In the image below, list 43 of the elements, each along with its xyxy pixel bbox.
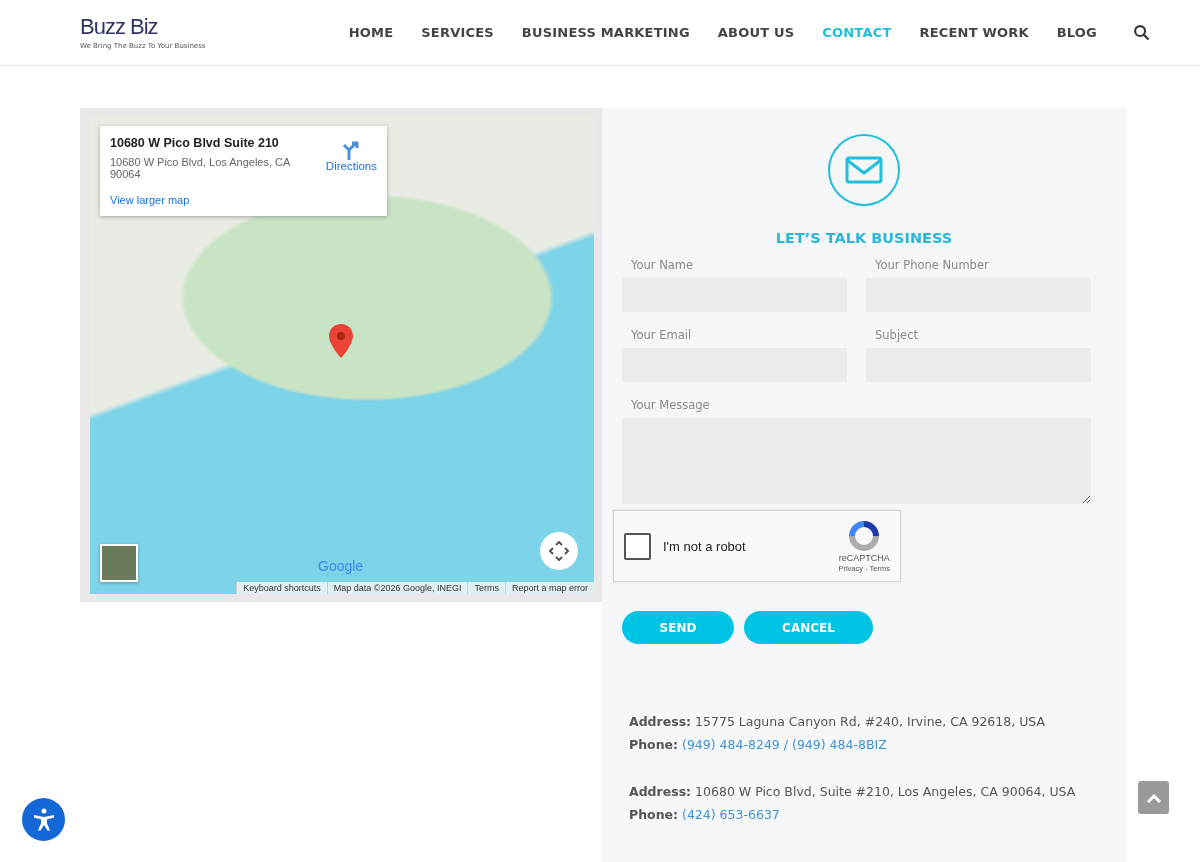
map-footer-link[interactable]: Map data ©2026 Google, INEGI [326, 582, 468, 594]
satellite-thumbnail[interactable] [100, 544, 138, 582]
nav-link[interactable]: BLOG [1056, 25, 1097, 40]
map-footer-link[interactable]: Keyboard shortcuts [236, 582, 327, 594]
field-label: Subject [874, 328, 919, 342]
nav-link[interactable]: RECENT WORK [919, 25, 1029, 40]
message-field[interactable] [622, 418, 1091, 504]
field-label: Your Name [630, 258, 695, 272]
move-arrows-icon [549, 541, 569, 561]
nav-link[interactable]: BUSINESS MARKETING [521, 25, 690, 40]
address-text: Address: 10680 W Pico Blvd, Suite #210, Los Angeles, CA 90064, USA [629, 784, 1077, 799]
directions-link[interactable]: Directions [325, 140, 377, 172]
search-button[interactable] [1133, 24, 1150, 41]
map-footer-link[interactable]: Report a map error [504, 582, 594, 594]
recaptcha-brand: reCAPTCHA [838, 552, 890, 563]
form-heading: LET’S TALK BUSINESS [775, 230, 953, 246]
map-pin-icon [329, 324, 353, 358]
map-footer-link[interactable]: Terms [467, 582, 505, 594]
phone-label: Phone: [629, 807, 679, 822]
field-label: Your Phone Number [874, 258, 990, 272]
field-label: Your Message [630, 398, 711, 412]
accessibility-button[interactable] [22, 798, 65, 841]
place-address: 10680 W Pico Blvd, Los Angeles, CA 90064 [110, 156, 291, 180]
search-icon [1133, 24, 1150, 41]
chevron-up-icon [1145, 792, 1162, 803]
directions-icon [342, 140, 361, 160]
nav-link[interactable]: SERVICES [421, 25, 494, 40]
logo-text: Buzz Biz [80, 15, 158, 38]
captcha-checkbox[interactable] [624, 532, 651, 560]
place-title: 10680 W Pico Blvd Suite 210 [110, 136, 280, 150]
phone-label: Phone: [629, 737, 679, 752]
nav-link[interactable]: HOME [348, 25, 394, 40]
view-larger-map-link[interactable]: View larger map [110, 194, 377, 206]
address-text: Address: 15775 Laguna Canyon Rd, #240, Irvine, CA 92618, USA [629, 714, 1047, 729]
field-label: Your Email [630, 328, 693, 342]
nav-link[interactable]: ABOUT US [717, 25, 795, 40]
recaptcha-logo-icon [848, 519, 881, 552]
mail-icon [828, 134, 900, 206]
map-logo: Google [318, 558, 364, 574]
scroll-top-button[interactable] [1138, 781, 1169, 814]
phone-separator: / [783, 737, 789, 752]
captcha-label: I'm not a robot [663, 538, 746, 554]
pan-button[interactable] [540, 532, 578, 570]
